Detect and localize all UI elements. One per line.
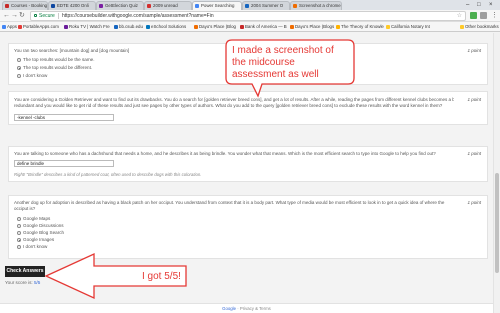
bubble-text-line: I made a screenshot of <box>232 45 334 56</box>
bubble-text-line: the midcourse <box>232 57 295 68</box>
tab-4-active[interactable]: Power Searching <box>192 1 242 10</box>
tab-favicon <box>195 4 199 8</box>
bubble-text-line: assessment as well <box>232 69 319 80</box>
arrow-text: I got 5/5! <box>142 271 181 282</box>
